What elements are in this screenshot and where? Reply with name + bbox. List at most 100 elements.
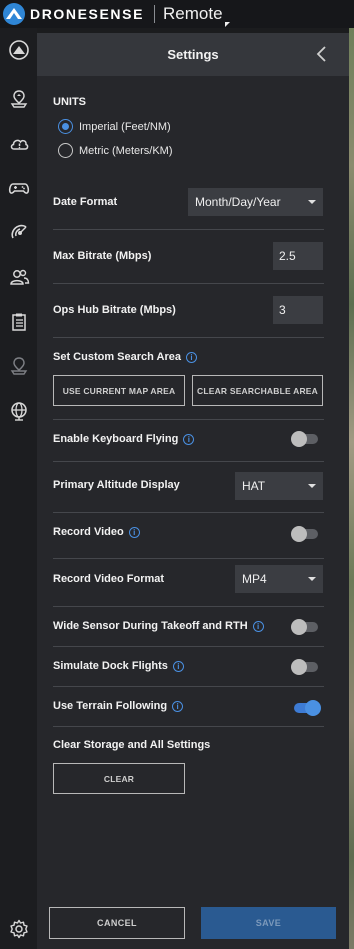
cloud-alert-icon xyxy=(10,139,28,150)
info-icon[interactable]: i xyxy=(172,660,184,672)
simulate-dock-row: Simulate Dock Flights i xyxy=(53,660,184,672)
record-video-toggle[interactable] xyxy=(291,526,321,542)
info-icon[interactable]: i xyxy=(172,700,184,712)
divider xyxy=(53,606,324,607)
toggle-knob xyxy=(291,659,307,675)
radio-metric[interactable] xyxy=(58,143,73,158)
rail-network-button[interactable] xyxy=(0,394,37,428)
record-video-label: Record Video xyxy=(53,526,124,538)
ops-hub-bitrate-label: Ops Hub Bitrate (Mbps) xyxy=(53,304,176,316)
gamepad-icon xyxy=(8,183,29,194)
info-icon[interactable]: i xyxy=(185,351,197,363)
wide-sensor-toggle[interactable] xyxy=(291,619,321,635)
rail-settings-button[interactable] xyxy=(0,912,37,946)
max-bitrate-label: Max Bitrate (Mbps) xyxy=(53,250,152,262)
wide-sensor-label: Wide Sensor During Takeoff and RTH xyxy=(53,620,248,632)
map-pin-icon xyxy=(10,357,27,375)
divider xyxy=(53,726,324,727)
product-switcher[interactable]: Remote xyxy=(163,4,230,27)
divider xyxy=(53,512,324,513)
rail-controls-button[interactable] xyxy=(0,171,37,205)
location-icon xyxy=(10,90,27,108)
save-button[interactable]: SAVE xyxy=(201,907,336,939)
radio-imperial[interactable] xyxy=(58,119,73,134)
divider xyxy=(53,686,324,687)
units-imperial-option[interactable]: Imperial (Feet/NM) xyxy=(58,119,171,134)
settings-icon xyxy=(9,919,28,939)
map-view[interactable] xyxy=(349,28,354,949)
divider xyxy=(53,419,324,420)
divider xyxy=(53,283,324,284)
panel-title: Settings xyxy=(167,47,219,62)
divider xyxy=(53,337,324,338)
rail-fleet-button[interactable] xyxy=(0,33,37,67)
divider xyxy=(53,229,324,230)
search-area-label: Set Custom Search Area xyxy=(53,351,181,363)
record-video-format-select[interactable]: MP4 xyxy=(235,565,323,593)
left-nav-rail xyxy=(0,28,37,949)
units-metric-option[interactable]: Metric (Meters/KM) xyxy=(58,143,173,158)
use-current-map-area-button[interactable]: USE CURRENT MAP AREA xyxy=(53,375,185,406)
keyboard-flying-toggle[interactable] xyxy=(291,431,321,447)
top-bar: DRONESENSE Remote xyxy=(0,0,354,28)
altitude-display-value: HAT xyxy=(242,479,266,493)
date-format-value: Month/Day/Year xyxy=(195,195,281,209)
panel-header: Settings xyxy=(37,33,349,76)
record-video-format-value: MP4 xyxy=(242,572,267,586)
rail-location-button[interactable] xyxy=(0,82,37,116)
info-icon[interactable]: i xyxy=(128,526,140,538)
chevron-down-icon xyxy=(308,200,316,204)
info-icon[interactable]: i xyxy=(252,620,264,632)
rail-checklist-button[interactable] xyxy=(0,305,37,339)
divider xyxy=(53,558,324,559)
altitude-display-label: Primary Altitude Display xyxy=(53,479,180,491)
users-icon xyxy=(9,269,29,285)
keyboard-flying-label: Enable Keyboard Flying xyxy=(53,433,179,445)
altitude-display-select[interactable]: HAT xyxy=(235,472,323,500)
keyboard-flying-row: Enable Keyboard Flying i xyxy=(53,433,195,445)
date-format-label: Date Format xyxy=(53,196,118,208)
settings-panel: Settings UNITS Imperial (Feet/NM) Metric… xyxy=(37,33,349,949)
date-format-select[interactable]: Month/Day/Year xyxy=(188,188,323,216)
chevron-left-icon[interactable] xyxy=(315,45,329,63)
ops-hub-bitrate-input[interactable]: 3 xyxy=(273,296,323,324)
dronesense-logo-icon xyxy=(3,3,25,25)
rail-map-pin-button[interactable] xyxy=(0,349,37,383)
clear-storage-label: Clear Storage and All Settings xyxy=(53,739,211,751)
metric-label: Metric (Meters/KM) xyxy=(79,144,173,157)
record-video-row: Record Video i xyxy=(53,526,140,538)
product-name: Remote xyxy=(163,4,223,23)
product-caret-icon xyxy=(224,22,230,27)
record-video-format-label: Record Video Format xyxy=(53,573,165,585)
toggle-knob xyxy=(291,431,307,447)
chevron-down-icon xyxy=(308,484,316,488)
simulate-dock-toggle[interactable] xyxy=(291,659,321,675)
fleet-icon xyxy=(8,40,29,60)
globe-network-icon xyxy=(10,402,27,421)
clear-storage-button[interactable]: CLEAR xyxy=(53,763,185,794)
toggle-knob xyxy=(291,619,307,635)
satellite-icon xyxy=(10,224,27,239)
clipboard-icon xyxy=(11,313,26,331)
clear-searchable-area-button[interactable]: CLEAR SEARCHABLE AREA xyxy=(192,375,323,406)
search-area-row: Set Custom Search Area i xyxy=(53,351,197,363)
toggle-knob xyxy=(291,526,307,542)
cancel-button[interactable]: CANCEL xyxy=(49,907,185,939)
info-icon[interactable]: i xyxy=(183,433,195,445)
rail-weather-button[interactable] xyxy=(0,127,37,161)
units-label: UNITS xyxy=(53,96,86,108)
terrain-following-label: Use Terrain Following xyxy=(53,700,168,712)
divider xyxy=(53,461,324,462)
rail-users-button[interactable] xyxy=(0,260,37,294)
toggle-knob xyxy=(305,700,321,716)
brand-name: DRONESENSE xyxy=(30,6,145,22)
chevron-down-icon xyxy=(308,577,316,581)
wide-sensor-row: Wide Sensor During Takeoff and RTH i xyxy=(53,620,264,632)
simulate-dock-label: Simulate Dock Flights xyxy=(53,660,168,672)
imperial-label: Imperial (Feet/NM) xyxy=(79,120,171,133)
rail-satellite-button[interactable] xyxy=(0,215,37,249)
divider xyxy=(53,646,324,647)
max-bitrate-input[interactable]: 2.5 xyxy=(273,242,323,270)
terrain-following-toggle[interactable] xyxy=(291,700,321,716)
brand-divider xyxy=(154,5,156,23)
